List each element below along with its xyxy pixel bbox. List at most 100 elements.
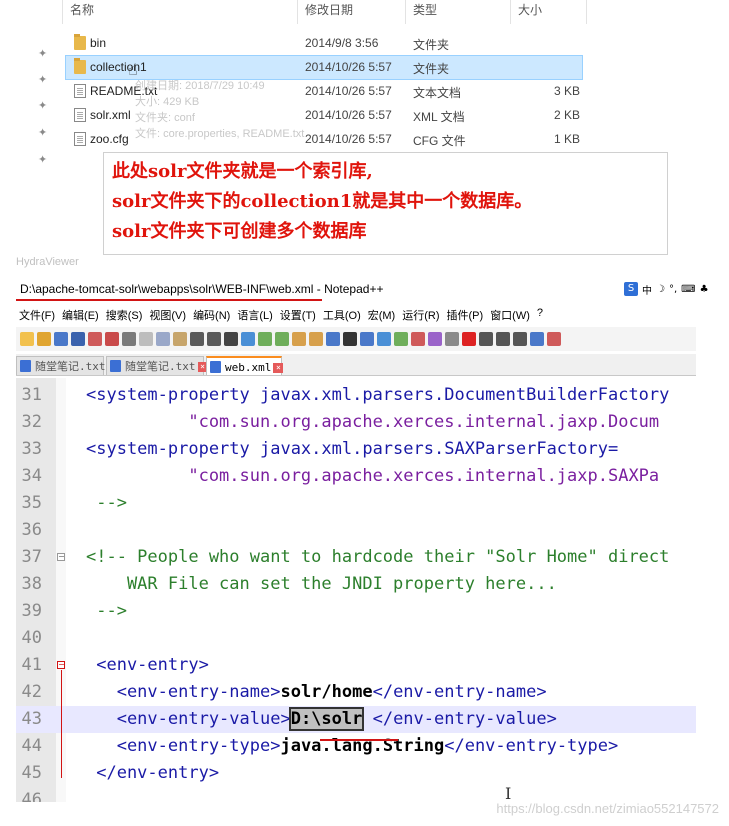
undo-icon[interactable] xyxy=(190,332,204,346)
save-macro-icon[interactable] xyxy=(530,332,544,346)
code-line[interactable]: 41 <env-entry> xyxy=(16,652,696,679)
close-all-icon[interactable] xyxy=(105,332,119,346)
code-line[interactable]: 39 --> xyxy=(16,598,696,625)
indent-guide-icon[interactable] xyxy=(360,332,374,346)
redo-icon[interactable] xyxy=(207,332,221,346)
word-wrap-icon[interactable] xyxy=(326,332,340,346)
record-macro-icon[interactable] xyxy=(462,332,476,346)
sync-vertical-icon[interactable] xyxy=(292,332,306,346)
spell-check-icon[interactable] xyxy=(547,332,561,346)
punctuation-icon[interactable]: °, xyxy=(669,284,677,295)
function-list-icon[interactable] xyxy=(411,332,425,346)
code-line[interactable]: 33 <system-property javax.xml.parsers.SAX… xyxy=(16,436,696,463)
new-file-icon[interactable] xyxy=(20,332,34,346)
code-token: </env-entry-value> xyxy=(362,709,557,729)
code-line[interactable]: 38 WAR File can set the JNDI property he… xyxy=(16,571,696,598)
menu-run[interactable]: 运行(R) xyxy=(399,305,443,325)
code-line[interactable]: 42 <env-entry-name>solr/home</env-entry-… xyxy=(16,679,696,706)
pin-icon[interactable]: ✦ xyxy=(38,154,50,166)
fold-toggle-icon[interactable]: − xyxy=(57,553,65,561)
menu-search[interactable]: 搜索(S) xyxy=(103,305,147,325)
monitoring-icon[interactable] xyxy=(428,332,442,346)
print-icon[interactable] xyxy=(122,332,136,346)
stop-macro-icon[interactable] xyxy=(479,332,493,346)
menu-view[interactable]: 视图(V) xyxy=(146,305,190,325)
show-all-chars-icon[interactable] xyxy=(343,332,357,346)
folder-workspace-icon[interactable] xyxy=(377,332,391,346)
file-type: CFG 文件 xyxy=(413,134,466,148)
code-line[interactable]: 44 <env-entry-type>java.lang.String</env… xyxy=(16,733,696,760)
find-icon[interactable] xyxy=(224,332,238,346)
tab-notes-1[interactable]: 随堂笔记.txt× xyxy=(16,356,118,375)
column-header-size[interactable]: 大小 xyxy=(518,0,542,22)
code-line[interactable]: 31 <system-property javax.xml.parsers.Doc… xyxy=(16,382,696,409)
file-row-collection1[interactable]: collection1 2014/10/26 5:57 文件夹 xyxy=(65,55,583,80)
folder-tooltip: 创建日期: 2018/7/29 10:49 大小: 429 KB 文件夹: co… xyxy=(135,78,304,142)
menu-tools[interactable]: 工具(O) xyxy=(320,305,365,325)
file-row-bin[interactable]: bin 2014/9/8 3:56 文件夹 xyxy=(66,32,582,55)
keyboard-icon[interactable]: ⌨ xyxy=(681,284,695,295)
column-separator[interactable] xyxy=(510,0,511,24)
code-line[interactable]: 46 xyxy=(16,787,696,802)
code-line[interactable]: 36 xyxy=(16,517,696,544)
pin-icon[interactable]: ✦ xyxy=(38,127,50,139)
file-date: 2014/10/26 5:57 xyxy=(305,132,392,146)
code-token: <system-property javax.xml.parsers.Docum… xyxy=(86,385,670,405)
tab-notes-2[interactable]: 随堂笔记.txt × xyxy=(106,356,208,375)
code-line[interactable]: 35 --> xyxy=(16,490,696,517)
column-separator[interactable] xyxy=(297,0,298,24)
moon-icon[interactable]: ☽ xyxy=(656,284,665,295)
sync-horizontal-icon[interactable] xyxy=(309,332,323,346)
column-separator[interactable] xyxy=(586,0,587,24)
copy-icon[interactable] xyxy=(156,332,170,346)
code-token: <system-property javax.xml.parsers.SAXPa… xyxy=(86,439,619,459)
doc-map-icon[interactable] xyxy=(394,332,408,346)
paste-icon[interactable] xyxy=(173,332,187,346)
close-file-icon[interactable] xyxy=(88,332,102,346)
code-line[interactable]: 45 </env-entry> xyxy=(16,760,696,787)
cut-icon[interactable] xyxy=(139,332,153,346)
preview-icon[interactable] xyxy=(445,332,459,346)
code-line[interactable]: 37 <!-- People who want to hardcode their… xyxy=(16,544,696,571)
menu-encoding[interactable]: 编码(N) xyxy=(190,305,234,325)
open-file-icon[interactable] xyxy=(37,332,51,346)
menu-plugins[interactable]: 插件(P) xyxy=(444,305,488,325)
file-date: 2014/9/8 3:56 xyxy=(305,36,379,50)
code-line[interactable]: 40 xyxy=(16,625,696,652)
file-size: 2 KB xyxy=(553,108,580,122)
replace-icon[interactable] xyxy=(241,332,255,346)
menu-edit[interactable]: 编辑(E) xyxy=(59,305,103,325)
menu-help[interactable]: ? xyxy=(534,305,547,325)
code-text: <system-property javax.xml.parsers.Docum… xyxy=(86,382,669,409)
ime-mode-label[interactable]: 中 xyxy=(642,282,652,297)
code-line[interactable]: 43 <env-entry-value>D:\solr </env-entry-… xyxy=(16,706,696,733)
tab-web-xml[interactable]: web.xml × xyxy=(206,356,284,375)
zoom-in-icon[interactable] xyxy=(258,332,272,346)
column-header-type[interactable]: 类型 xyxy=(413,0,437,22)
ime-toolbar[interactable]: S 中 ☽ °, ⌨ ♣ xyxy=(624,281,709,297)
zoom-out-icon[interactable] xyxy=(275,332,289,346)
column-header-name[interactable]: 名称 xyxy=(70,0,94,22)
close-tab-icon[interactable]: × xyxy=(273,363,284,373)
menu-window[interactable]: 窗口(W) xyxy=(487,305,534,325)
menu-macro[interactable]: 宏(M) xyxy=(365,305,400,325)
save-all-icon[interactable] xyxy=(71,332,85,346)
line-number: 43 xyxy=(21,709,42,729)
column-header-date[interactable]: 修改日期 xyxy=(305,0,353,22)
sogou-ime-icon[interactable]: S xyxy=(624,282,638,296)
run-macro-multiple-icon[interactable] xyxy=(513,332,527,346)
column-separator[interactable] xyxy=(405,0,406,24)
menu-language[interactable]: 语言(L) xyxy=(234,305,276,325)
pin-icon[interactable]: ✦ xyxy=(38,74,50,86)
code-line[interactable]: 32 "com.sun.org.apache.xerces.internal.j… xyxy=(16,409,696,436)
code-line[interactable]: 34 "com.sun.org.apache.xerces.internal.j… xyxy=(16,463,696,490)
settings-icon[interactable]: ♣ xyxy=(700,284,709,295)
play-macro-icon[interactable] xyxy=(496,332,510,346)
code-text: "com.sun.org.apache.xerces.internal.jaxp… xyxy=(86,463,659,490)
pin-icon[interactable]: ✦ xyxy=(38,48,50,60)
save-icon[interactable] xyxy=(54,332,68,346)
menu-file[interactable]: 文件(F) xyxy=(16,305,59,325)
menu-settings[interactable]: 设置(T) xyxy=(277,305,320,325)
fold-toggle-icon[interactable]: − xyxy=(57,661,65,669)
pin-icon[interactable]: ✦ xyxy=(38,100,50,112)
